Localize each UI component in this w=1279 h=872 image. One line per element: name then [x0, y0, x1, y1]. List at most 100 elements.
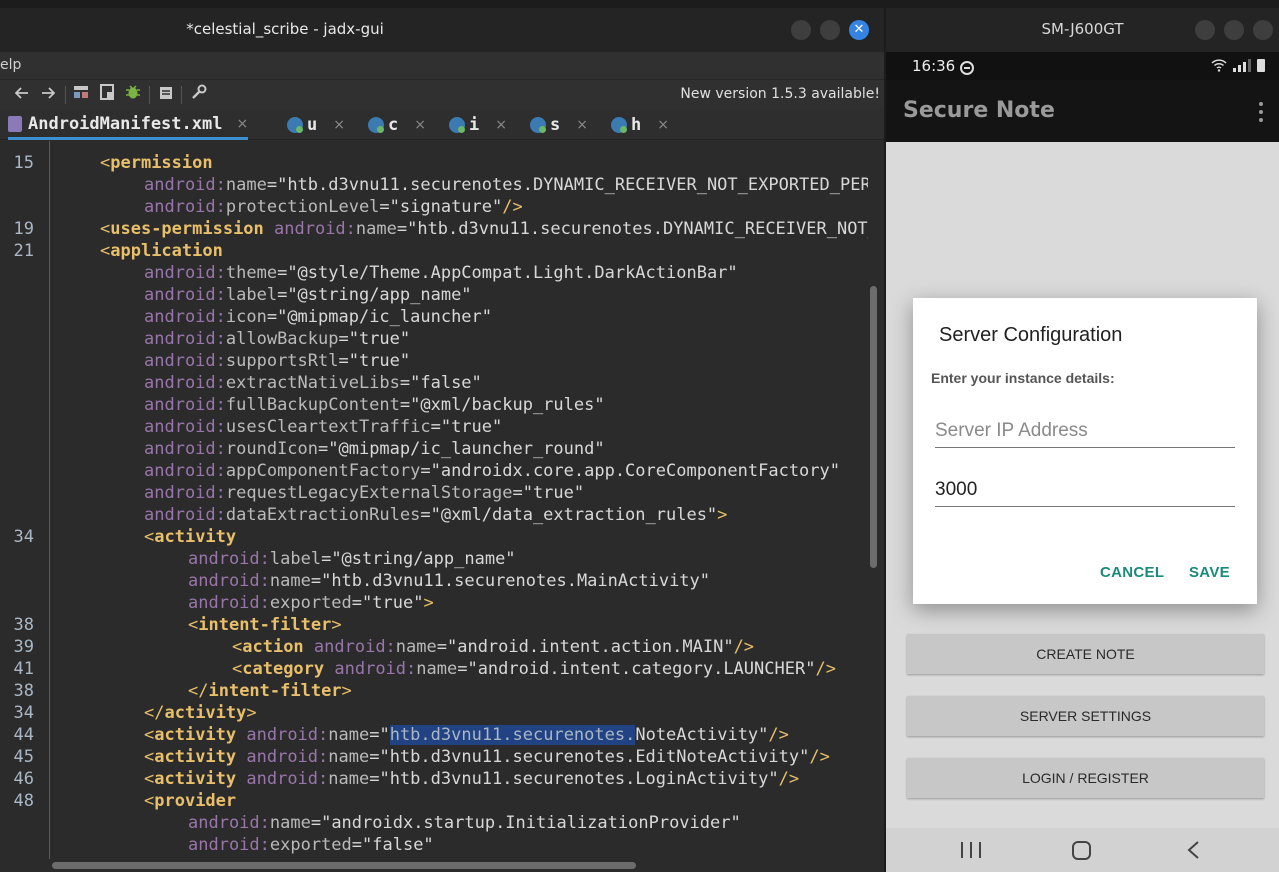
code-line[interactable]: android:appComponentFactory="androidx.co… [144, 460, 840, 482]
code-token: protectionLevel [225, 197, 380, 217]
class-tree-icon[interactable] [70, 84, 92, 106]
code-line[interactable]: android:extractNativeLibs="false" [144, 372, 482, 394]
app-title: Secure Note [903, 98, 1055, 123]
code-line[interactable]: android:label="@string/app_name" [144, 284, 472, 306]
maximize-button[interactable] [820, 20, 840, 40]
code-line[interactable]: <permission [100, 152, 213, 174]
code-token: /> [815, 659, 836, 679]
code-token: android: [246, 769, 329, 789]
code-area[interactable]: <permission android:name="htb.d3vnu11.sec… [56, 141, 868, 859]
tab-close-icon[interactable]: × [414, 117, 426, 133]
home-icon[interactable] [1072, 841, 1091, 860]
tab-class-u[interactable]: u × [287, 110, 345, 140]
code-line[interactable]: android:fullBackupContent="@xml/backup_r… [144, 394, 605, 416]
code-token: ="@string/app_name" [321, 549, 516, 569]
port-input[interactable] [935, 473, 1235, 507]
recent-apps-icon[interactable] [961, 842, 981, 858]
code-line[interactable]: <activity android:name="htb.d3vnu11.secu… [144, 768, 799, 790]
code-token: > [423, 593, 434, 613]
code-line[interactable]: android:label="@string/app_name" [188, 548, 516, 570]
code-token: android: [188, 571, 270, 591]
minimize-button[interactable] [791, 20, 811, 40]
code-line[interactable]: android:requestLegacyExternalStorage="tr… [144, 482, 584, 504]
code-line[interactable]: android:roundIcon="@mipmap/ic_launcher_r… [144, 438, 605, 460]
debug-bug-icon[interactable] [122, 84, 144, 106]
tab-class-c[interactable]: c × [368, 110, 426, 140]
code-line[interactable]: android:exported="false" [188, 834, 434, 856]
code-line[interactable]: android:theme="@style/Theme.AppCompat.Li… [144, 262, 738, 284]
code-line[interactable]: android:usesCleartextTraffic="true" [144, 416, 502, 438]
server-ip-input[interactable] [935, 414, 1235, 448]
menu-help[interactable]: elp [0, 57, 21, 73]
wrench-settings-icon[interactable] [188, 84, 210, 106]
code-token: action [242, 637, 314, 657]
login-register-button[interactable]: LOGIN / REGISTER [907, 758, 1264, 798]
tab-close-icon[interactable]: × [657, 117, 669, 133]
code-token: ="@xml/backup_rules" [399, 395, 605, 415]
code-token: > [331, 615, 342, 635]
code-token: android: [144, 395, 226, 415]
server-settings-button[interactable]: SERVER SETTINGS [907, 696, 1264, 736]
maximize-button[interactable] [1224, 20, 1244, 40]
line-number: 34 [13, 527, 34, 547]
cancel-button[interactable]: CANCEL [1100, 564, 1164, 581]
code-token: /> [778, 769, 800, 789]
minimize-button[interactable] [1195, 20, 1215, 40]
save-button[interactable]: SAVE [1189, 564, 1230, 581]
tab-class-h[interactable]: h × [611, 110, 669, 140]
tab-close-icon[interactable]: × [333, 117, 345, 133]
tab-class-s[interactable]: s × [530, 110, 588, 140]
log-viewer-icon[interactable] [155, 84, 177, 106]
update-available-link[interactable]: New version 1.5.3 available! [680, 86, 880, 102]
code-editor[interactable]: 15 19 21 34 38 39 41 38 34 44 45 46 48 <permission an… [0, 141, 884, 872]
phone-titlebar[interactable]: SM-J600GT [886, 8, 1279, 52]
code-token: ="htb.d3vnu11.securenotes.DYNAMIC_RECEIV… [266, 175, 868, 195]
code-token: provider [154, 791, 237, 811]
code-line[interactable]: android:icon="@mipmap/ic_launcher" [144, 306, 492, 328]
back-arrow-icon[interactable] [11, 84, 33, 106]
code-line[interactable]: </intent-filter> [188, 680, 352, 702]
code-line[interactable]: <activity android:name="htb.d3vnu11.secu… [144, 746, 830, 768]
vertical-scroll-thumb[interactable] [870, 286, 877, 568]
close-button[interactable]: ✕ [849, 20, 869, 40]
overflow-menu-icon[interactable] [1259, 102, 1265, 122]
xml-file-icon [8, 115, 22, 132]
code-token: name [395, 637, 437, 657]
code-line[interactable]: android:name="htb.d3vnu11.securenotes.Ma… [188, 570, 710, 592]
code-line[interactable]: </activity> [144, 702, 257, 724]
horizontal-scroll-thumb[interactable] [52, 862, 636, 869]
tab-close-icon[interactable]: × [495, 117, 507, 133]
back-icon[interactable] [1186, 840, 1200, 860]
forward-arrow-icon[interactable] [37, 84, 59, 106]
sync-icon[interactable] [96, 84, 118, 106]
toolbar-separator [65, 86, 66, 104]
create-note-button[interactable]: CREATE NOTE [907, 634, 1264, 674]
code-line[interactable]: <category android:name="android.intent.c… [232, 658, 836, 680]
code-line[interactable]: android:name="androidx.startup.Initializ… [188, 812, 741, 834]
code-line[interactable]: <intent-filter> [188, 614, 342, 636]
code-token: extractNativeLibs [225, 373, 400, 393]
code-line[interactable]: android:exported="true"> [188, 592, 434, 614]
code-line[interactable]: <provider [144, 790, 236, 812]
code-line[interactable]: <action android:name="android.intent.act… [232, 636, 754, 658]
code-line[interactable]: <activity [144, 526, 236, 548]
code-line[interactable]: android:name="htb.d3vnu11.securenotes.DY… [144, 174, 868, 196]
code-line[interactable]: <uses-permission android:name="htb.d3vnu… [100, 218, 868, 240]
code-token: /> [733, 637, 755, 657]
code-line[interactable]: android:supportsRtl="true" [144, 350, 410, 372]
tab-class-i[interactable]: i × [449, 110, 507, 140]
jadx-titlebar[interactable]: *celestial_scribe - jadx-gui ✕ [0, 8, 884, 52]
code-token: ="android.intent.action.MAIN" [436, 637, 734, 657]
code-line[interactable]: <activity android:name="htb.d3vnu11.secu… [144, 724, 789, 746]
code-line[interactable]: android:allowBackup="true" [144, 328, 410, 350]
vertical-scrollbar[interactable] [868, 141, 880, 859]
code-line[interactable]: android:protectionLevel="signature"/> [144, 196, 523, 218]
code-line[interactable]: <application [100, 240, 223, 262]
tab-close-icon[interactable]: × [236, 116, 248, 132]
tab-close-icon[interactable]: × [576, 117, 588, 133]
tab-androidmanifest[interactable]: AndroidManifest.xml × [8, 110, 249, 140]
close-button[interactable] [1253, 20, 1273, 40]
code-line[interactable]: android:dataExtractionRules="@xml/data_e… [144, 504, 727, 526]
line-number: 45 [13, 747, 34, 767]
horizontal-scrollbar[interactable] [50, 859, 868, 871]
